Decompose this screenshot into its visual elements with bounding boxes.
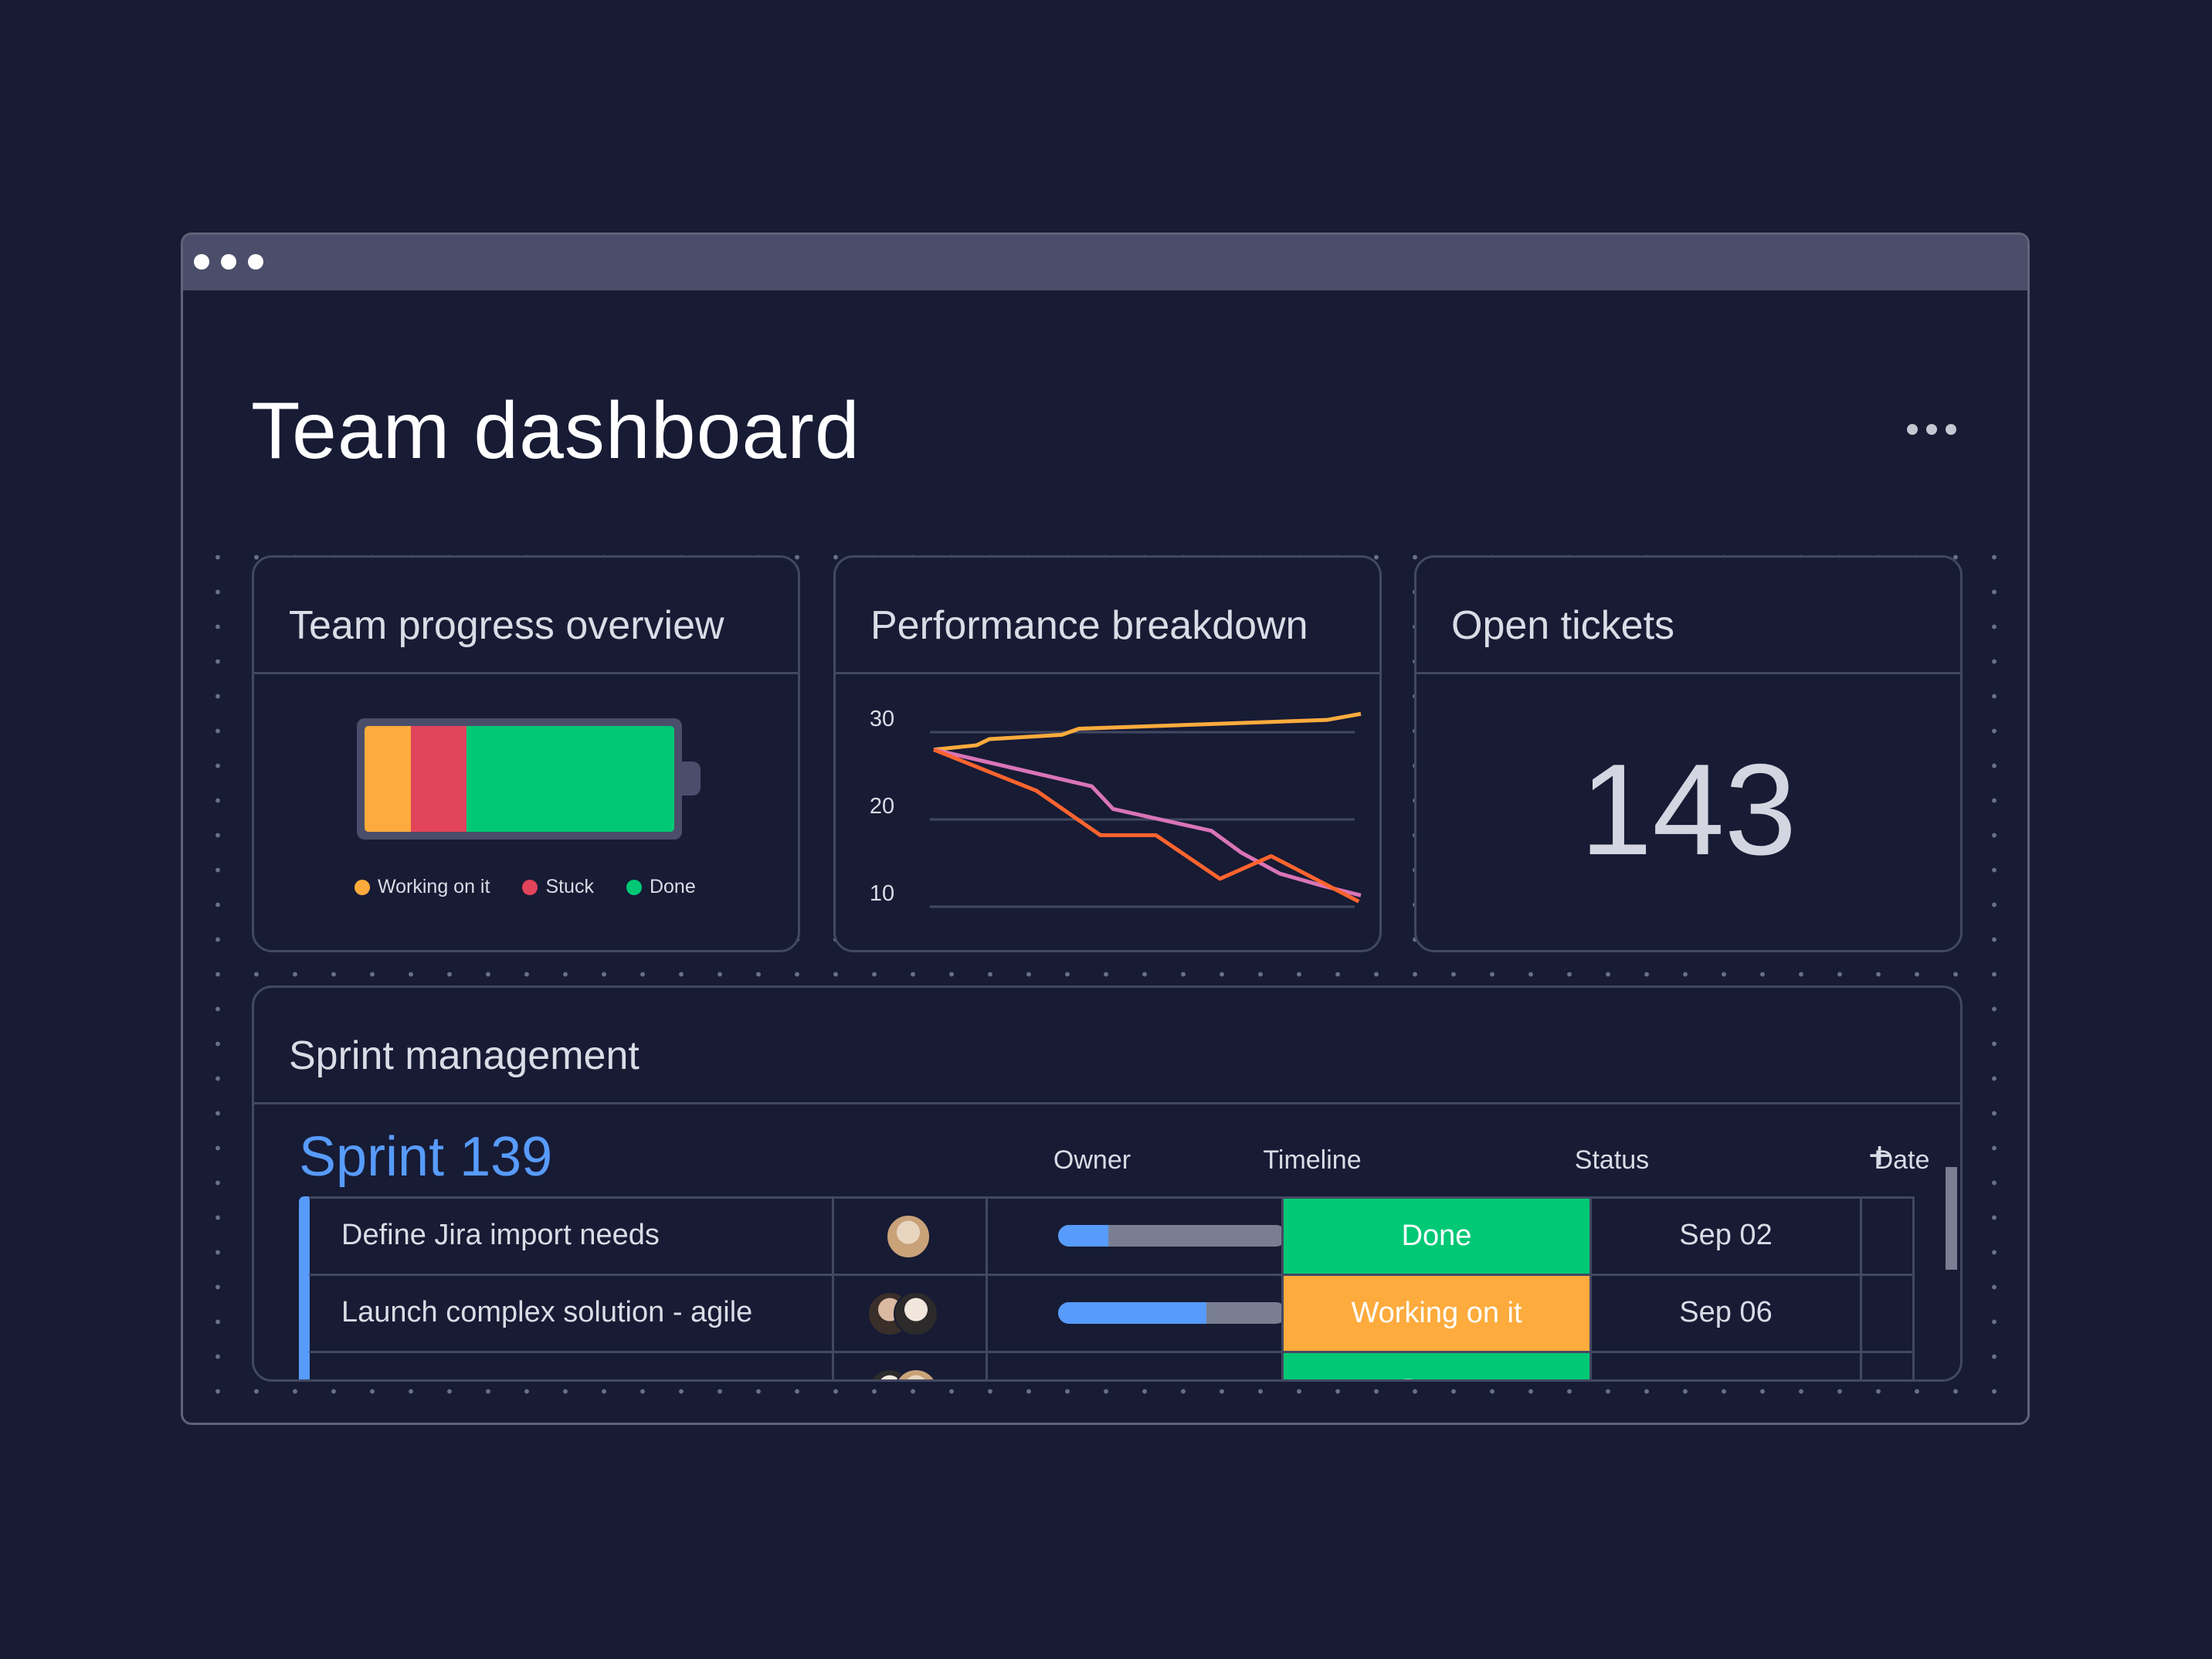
sprint-table: Done Launch complex solution - agile Worki… [299,1196,1915,1382]
status-badge[interactable]: Done [1284,1353,1589,1379]
timeline-progress [1058,1302,1207,1324]
card-title: Sprint management [289,1033,640,1078]
legend-dot-icon [355,879,370,895]
status-badge[interactable]: Working on it [1284,1276,1589,1351]
card-divider [1416,672,1960,674]
status-badge[interactable]: Done [1284,1199,1589,1274]
avatar[interactable] [894,1291,938,1336]
plus-icon: + [1868,1134,1891,1177]
more-horizontal-icon [1926,424,1937,435]
table-row[interactable]: Done [299,1353,1915,1382]
sprint-group-name[interactable]: Sprint 139 [299,1125,552,1189]
card-divider [254,672,798,674]
column-divider [1281,1196,1284,1379]
column-header-owner[interactable]: Owner [1034,1145,1150,1176]
open-tickets-card: Open tickets 143 [1414,555,1963,952]
table-row[interactable]: Launch complex solution - agile Working o… [299,1276,1915,1353]
performance-line-chart: 10 20 30 [870,707,1362,908]
battery-segment-stuck [411,726,467,832]
row-divider [309,1274,1915,1276]
timeline-progress [1058,1225,1109,1247]
sprint-management-card: Sprint management Sprint 139 Owner Timel… [252,986,1963,1382]
battery-fill [365,726,674,832]
row-divider [309,1351,1915,1353]
timeline-bar[interactable] [1058,1379,1287,1382]
card-title: Team progress overview [289,603,724,648]
task-name[interactable]: Launch complex solution - agile [341,1296,752,1329]
column-divider [1860,1196,1862,1379]
y-tick-label: 20 [870,794,894,819]
column-header-status[interactable]: Status [1459,1145,1765,1176]
window-control-dot-icon[interactable] [221,254,236,270]
battery-segment-done [466,726,674,832]
more-horizontal-icon [1946,424,1956,435]
card-divider [254,1102,1960,1104]
team-progress-card: Team progress overview Working on it Stuc… [252,555,800,952]
progress-battery [357,718,682,840]
column-divider [1912,1196,1915,1379]
legend-item: Stuck [522,876,594,898]
timeline-bar[interactable] [1058,1225,1287,1247]
performance-card: Performance breakdown 10 20 30 [833,555,1382,952]
scrollbar-thumb[interactable] [1946,1167,1957,1270]
window-control-dot-icon[interactable] [248,254,263,270]
task-name[interactable]: Define Jira import needs [341,1219,660,1252]
legend-label: Working on it [378,876,490,897]
open-tickets-count: 143 [1579,737,1797,882]
column-header-timeline[interactable]: Timeline [1196,1145,1428,1176]
line-series-pink [933,748,1362,897]
page-title: Team dashboard [251,386,860,476]
column-divider [1589,1196,1592,1379]
row-divider [309,1196,1915,1199]
legend-item: Working on it [355,876,490,898]
window-control-dot-icon[interactable] [194,254,209,270]
more-options-button[interactable] [1907,424,1969,441]
avatar[interactable] [886,1214,931,1259]
date-cell[interactable]: Sep 06 [1592,1296,1860,1329]
table-row[interactable]: Define Jira import needs Done Sep 02 [299,1199,1915,1276]
group-color-bar [299,1196,310,1379]
timeline-progress [1058,1379,1156,1382]
column-divider [832,1196,834,1379]
legend-dot-icon [522,879,538,895]
timeline-bar[interactable] [1058,1302,1287,1324]
date-cell[interactable]: Sep 02 [1592,1219,1860,1252]
battery-terminal-icon [681,762,701,796]
legend-dot-icon [626,879,642,895]
card-title: Performance breakdown [870,603,1308,648]
column-header-date[interactable]: Date [1768,1145,1960,1176]
window-titlebar [183,235,2027,290]
add-column-button[interactable]: + [1868,1133,1891,1178]
card-title: Open tickets [1451,603,1675,648]
y-tick-label: 30 [870,707,894,731]
column-divider [986,1196,988,1379]
legend-item: Done [626,876,696,898]
legend-label: Done [649,876,696,897]
y-tick-label: 10 [870,881,894,906]
battery-segment-working-on-it [365,726,412,832]
app-window: Team dashboard Team progress overview Wo… [181,232,2030,1425]
more-horizontal-icon [1907,424,1918,435]
progress-legend: Working on it Stuck Done [355,876,728,898]
legend-label: Stuck [545,876,594,897]
